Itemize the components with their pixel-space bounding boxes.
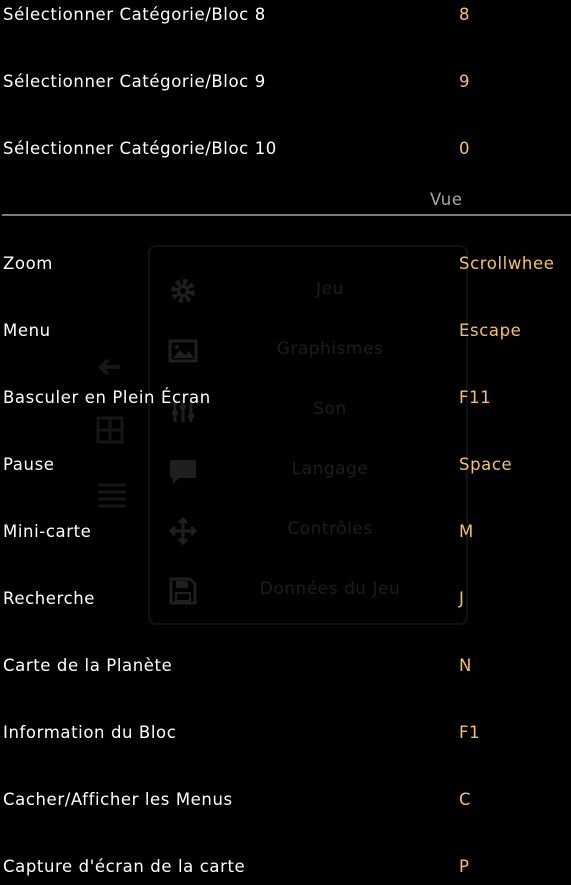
settings-menu-background: Jeu Graphismes Son Langage Contrôles Don… bbox=[148, 245, 468, 625]
keybind-row[interactable]: Sélectionner Catégorie/Bloc 9 9 bbox=[0, 70, 571, 100]
keybind-key-button[interactable]: M bbox=[459, 522, 474, 541]
keybind-key-button[interactable]: P bbox=[459, 857, 470, 876]
keybind-action: Cacher/Afficher les Menus bbox=[3, 790, 233, 809]
keybind-row[interactable]: Information du Bloc F1 bbox=[0, 721, 571, 751]
grid-icon bbox=[96, 416, 124, 444]
back-arrow-icon bbox=[96, 356, 122, 378]
menu-item-label: Jeu bbox=[316, 279, 344, 299]
keybind-action: Carte de la Planète bbox=[3, 656, 173, 675]
keybind-key-button[interactable]: F11 bbox=[459, 388, 491, 407]
keybind-action: Capture d'écran de la carte bbox=[3, 857, 246, 876]
keybind-row[interactable]: Mini-carte M bbox=[0, 520, 571, 550]
keybind-key-button[interactable]: Space bbox=[459, 455, 512, 474]
keybind-key-button[interactable]: J bbox=[459, 589, 464, 608]
keybind-action: Basculer en Plein Écran bbox=[3, 388, 211, 407]
keybind-key-button[interactable]: 9 bbox=[459, 72, 470, 91]
keybind-row[interactable]: Zoom Scrollwhee bbox=[0, 252, 571, 282]
keybind-action: Mini-carte bbox=[3, 522, 92, 541]
list-icon bbox=[96, 480, 128, 510]
keybind-action: Sélectionner Catégorie/Bloc 10 bbox=[3, 139, 277, 158]
keybind-row[interactable]: Pause Space bbox=[0, 453, 571, 483]
keybind-key-button[interactable]: F1 bbox=[459, 723, 480, 742]
keybind-action: Recherche bbox=[3, 589, 96, 608]
keybind-key-button[interactable]: N bbox=[459, 656, 472, 675]
keybind-key-button[interactable]: Escape bbox=[459, 321, 521, 340]
keybind-key-button[interactable]: 0 bbox=[459, 139, 470, 158]
keybind-row[interactable]: Capture d'écran de la carte P bbox=[0, 855, 571, 885]
keybind-key-button[interactable]: 8 bbox=[459, 5, 470, 24]
section-title-vue: Vue bbox=[430, 190, 463, 209]
keybind-action: Sélectionner Catégorie/Bloc 9 bbox=[3, 72, 266, 91]
keybind-row[interactable]: Sélectionner Catégorie/Bloc 8 8 bbox=[0, 3, 571, 33]
keybind-key-button[interactable]: Scrollwhee bbox=[459, 254, 555, 273]
section-divider bbox=[2, 214, 571, 216]
keybind-action: Sélectionner Catégorie/Bloc 8 bbox=[3, 5, 266, 24]
keybind-row[interactable]: Sélectionner Catégorie/Bloc 10 0 bbox=[0, 137, 571, 167]
keybind-key-button[interactable]: C bbox=[459, 790, 471, 809]
keybind-action: Information du Bloc bbox=[3, 723, 177, 742]
keybind-row[interactable]: Cacher/Afficher les Menus C bbox=[0, 788, 571, 818]
keybind-action: Zoom bbox=[3, 254, 53, 273]
keybind-row[interactable]: Carte de la Planète N bbox=[0, 654, 571, 684]
keybind-row[interactable]: Basculer en Plein Écran F11 bbox=[0, 386, 571, 416]
keybind-row[interactable]: Menu Escape bbox=[0, 319, 571, 349]
keybind-action: Pause bbox=[3, 455, 55, 474]
keybind-action: Menu bbox=[3, 321, 51, 340]
keybind-row[interactable]: Recherche J bbox=[0, 587, 571, 617]
